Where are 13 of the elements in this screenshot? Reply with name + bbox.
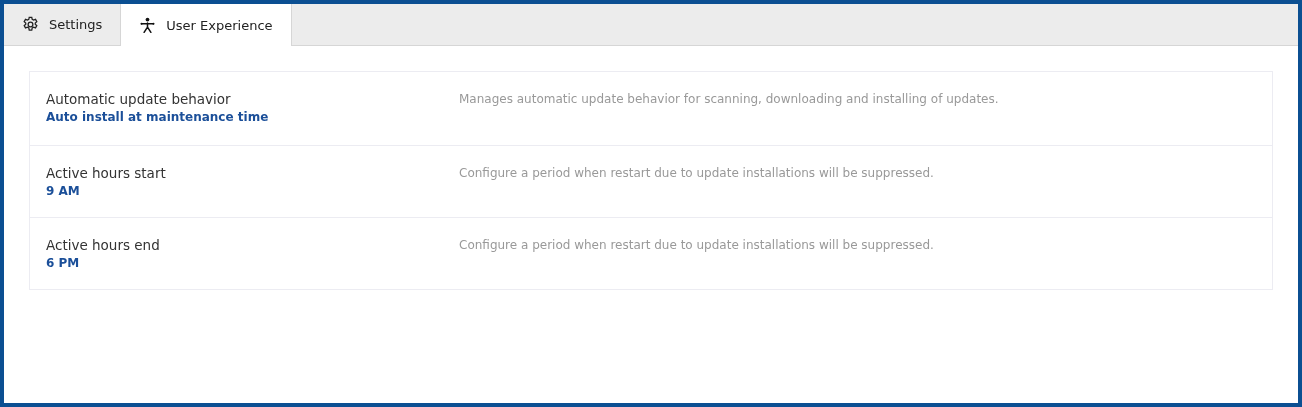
setting-name: Active hours start	[46, 165, 167, 181]
setting-description: Manages automatic update behavior for scanning, downloading and installing of updates.	[459, 91, 999, 108]
setting-name: Active hours end	[46, 237, 161, 253]
setting-value[interactable]: 9 AM	[46, 184, 459, 198]
settings-icon	[22, 16, 39, 33]
tab[interactable]: Settings	[4, 4, 121, 45]
setting-name: Automatic update behavior	[46, 91, 232, 107]
tab[interactable]: User Experience	[120, 4, 292, 46]
setting-description: Configure a period when restart due to update installations will be suppressed.	[459, 237, 934, 254]
setting-value[interactable]: 6 PM	[46, 256, 459, 270]
setting-value[interactable]: Auto install at maintenance time	[46, 110, 459, 124]
setting-description: Configure a period when restart due to update installations will be suppressed.	[459, 165, 934, 182]
person-figure-icon	[139, 16, 157, 34]
